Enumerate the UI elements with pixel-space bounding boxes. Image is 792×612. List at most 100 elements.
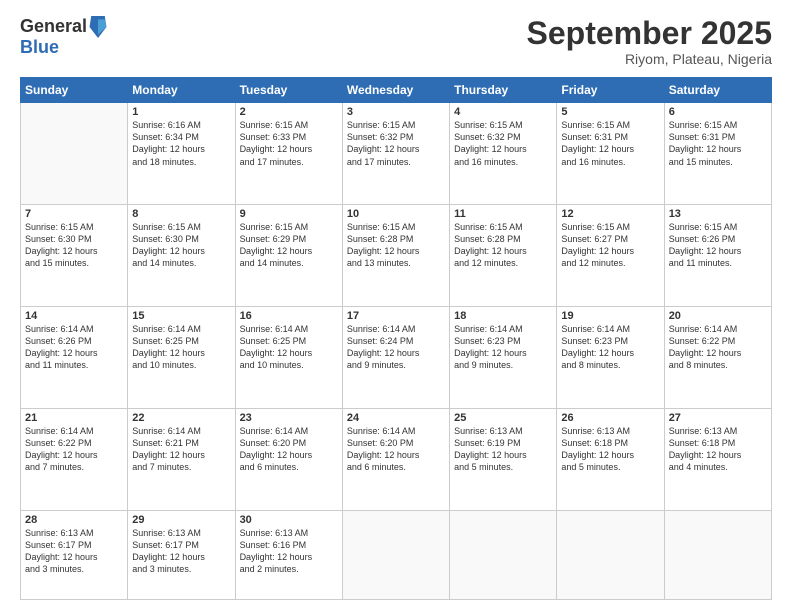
table-row: 25Sunrise: 6:13 AM Sunset: 6:19 PM Dayli… — [450, 408, 557, 510]
table-row: 30Sunrise: 6:13 AM Sunset: 6:16 PM Dayli… — [235, 510, 342, 599]
location-subtitle: Riyom, Plateau, Nigeria — [527, 51, 772, 67]
table-row: 13Sunrise: 6:15 AM Sunset: 6:26 PM Dayli… — [664, 205, 771, 307]
calendar-table: Sunday Monday Tuesday Wednesday Thursday… — [20, 77, 772, 600]
day-info: Sunrise: 6:15 AM Sunset: 6:32 PM Dayligh… — [454, 119, 552, 168]
col-saturday: Saturday — [664, 78, 771, 103]
day-info: Sunrise: 6:14 AM Sunset: 6:21 PM Dayligh… — [132, 425, 230, 474]
day-number: 14 — [25, 310, 123, 322]
day-number: 12 — [561, 208, 659, 220]
table-row: 9Sunrise: 6:15 AM Sunset: 6:29 PM Daylig… — [235, 205, 342, 307]
table-row: 22Sunrise: 6:14 AM Sunset: 6:21 PM Dayli… — [128, 408, 235, 510]
table-row — [342, 510, 449, 599]
table-row: 3Sunrise: 6:15 AM Sunset: 6:32 PM Daylig… — [342, 103, 449, 205]
table-row: 18Sunrise: 6:14 AM Sunset: 6:23 PM Dayli… — [450, 306, 557, 408]
day-info: Sunrise: 6:14 AM Sunset: 6:20 PM Dayligh… — [240, 425, 338, 474]
table-row: 24Sunrise: 6:14 AM Sunset: 6:20 PM Dayli… — [342, 408, 449, 510]
logo-icon — [89, 16, 107, 38]
table-row: 20Sunrise: 6:14 AM Sunset: 6:22 PM Dayli… — [664, 306, 771, 408]
table-row: 23Sunrise: 6:14 AM Sunset: 6:20 PM Dayli… — [235, 408, 342, 510]
day-number: 17 — [347, 310, 445, 322]
day-info: Sunrise: 6:14 AM Sunset: 6:23 PM Dayligh… — [561, 323, 659, 372]
table-row: 10Sunrise: 6:15 AM Sunset: 6:28 PM Dayli… — [342, 205, 449, 307]
day-info: Sunrise: 6:14 AM Sunset: 6:26 PM Dayligh… — [25, 323, 123, 372]
table-row — [450, 510, 557, 599]
calendar-header-row: Sunday Monday Tuesday Wednesday Thursday… — [21, 78, 772, 103]
table-row: 28Sunrise: 6:13 AM Sunset: 6:17 PM Dayli… — [21, 510, 128, 599]
day-number: 19 — [561, 310, 659, 322]
day-info: Sunrise: 6:15 AM Sunset: 6:30 PM Dayligh… — [25, 221, 123, 270]
col-wednesday: Wednesday — [342, 78, 449, 103]
table-row: 17Sunrise: 6:14 AM Sunset: 6:24 PM Dayli… — [342, 306, 449, 408]
day-number: 22 — [132, 412, 230, 424]
day-info: Sunrise: 6:16 AM Sunset: 6:34 PM Dayligh… — [132, 119, 230, 168]
day-info: Sunrise: 6:14 AM Sunset: 6:22 PM Dayligh… — [669, 323, 767, 372]
logo-general: General — [20, 17, 87, 37]
day-number: 30 — [240, 514, 338, 526]
day-number: 27 — [669, 412, 767, 424]
day-info: Sunrise: 6:14 AM Sunset: 6:20 PM Dayligh… — [347, 425, 445, 474]
table-row — [557, 510, 664, 599]
table-row — [21, 103, 128, 205]
table-row: 19Sunrise: 6:14 AM Sunset: 6:23 PM Dayli… — [557, 306, 664, 408]
col-tuesday: Tuesday — [235, 78, 342, 103]
day-number: 13 — [669, 208, 767, 220]
day-number: 6 — [669, 106, 767, 118]
table-row: 29Sunrise: 6:13 AM Sunset: 6:17 PM Dayli… — [128, 510, 235, 599]
day-info: Sunrise: 6:15 AM Sunset: 6:28 PM Dayligh… — [454, 221, 552, 270]
table-row: 1Sunrise: 6:16 AM Sunset: 6:34 PM Daylig… — [128, 103, 235, 205]
table-row: 27Sunrise: 6:13 AM Sunset: 6:18 PM Dayli… — [664, 408, 771, 510]
table-row: 14Sunrise: 6:14 AM Sunset: 6:26 PM Dayli… — [21, 306, 128, 408]
day-number: 24 — [347, 412, 445, 424]
day-info: Sunrise: 6:14 AM Sunset: 6:22 PM Dayligh… — [25, 425, 123, 474]
logo-blue: Blue — [20, 38, 107, 58]
month-title: September 2025 — [527, 16, 772, 51]
table-row: 26Sunrise: 6:13 AM Sunset: 6:18 PM Dayli… — [557, 408, 664, 510]
day-number: 10 — [347, 208, 445, 220]
header: General Blue September 2025 Riyom, Plate… — [20, 16, 772, 67]
day-info: Sunrise: 6:15 AM Sunset: 6:31 PM Dayligh… — [561, 119, 659, 168]
day-number: 26 — [561, 412, 659, 424]
day-info: Sunrise: 6:15 AM Sunset: 6:29 PM Dayligh… — [240, 221, 338, 270]
day-info: Sunrise: 6:13 AM Sunset: 6:18 PM Dayligh… — [669, 425, 767, 474]
day-info: Sunrise: 6:13 AM Sunset: 6:18 PM Dayligh… — [561, 425, 659, 474]
day-number: 18 — [454, 310, 552, 322]
day-info: Sunrise: 6:13 AM Sunset: 6:16 PM Dayligh… — [240, 527, 338, 576]
day-info: Sunrise: 6:15 AM Sunset: 6:27 PM Dayligh… — [561, 221, 659, 270]
table-row: 7Sunrise: 6:15 AM Sunset: 6:30 PM Daylig… — [21, 205, 128, 307]
table-row: 15Sunrise: 6:14 AM Sunset: 6:25 PM Dayli… — [128, 306, 235, 408]
day-info: Sunrise: 6:14 AM Sunset: 6:24 PM Dayligh… — [347, 323, 445, 372]
day-info: Sunrise: 6:15 AM Sunset: 6:33 PM Dayligh… — [240, 119, 338, 168]
logo: General Blue — [20, 16, 107, 58]
day-number: 1 — [132, 106, 230, 118]
day-number: 11 — [454, 208, 552, 220]
day-number: 3 — [347, 106, 445, 118]
day-info: Sunrise: 6:15 AM Sunset: 6:26 PM Dayligh… — [669, 221, 767, 270]
col-friday: Friday — [557, 78, 664, 103]
day-number: 5 — [561, 106, 659, 118]
col-thursday: Thursday — [450, 78, 557, 103]
day-number: 9 — [240, 208, 338, 220]
day-info: Sunrise: 6:15 AM Sunset: 6:28 PM Dayligh… — [347, 221, 445, 270]
col-monday: Monday — [128, 78, 235, 103]
day-info: Sunrise: 6:15 AM Sunset: 6:30 PM Dayligh… — [132, 221, 230, 270]
day-info: Sunrise: 6:14 AM Sunset: 6:23 PM Dayligh… — [454, 323, 552, 372]
page: General Blue September 2025 Riyom, Plate… — [0, 0, 792, 612]
day-number: 29 — [132, 514, 230, 526]
title-area: September 2025 Riyom, Plateau, Nigeria — [527, 16, 772, 67]
day-number: 16 — [240, 310, 338, 322]
day-info: Sunrise: 6:13 AM Sunset: 6:19 PM Dayligh… — [454, 425, 552, 474]
day-number: 28 — [25, 514, 123, 526]
col-sunday: Sunday — [21, 78, 128, 103]
day-number: 8 — [132, 208, 230, 220]
day-info: Sunrise: 6:13 AM Sunset: 6:17 PM Dayligh… — [132, 527, 230, 576]
table-row: 16Sunrise: 6:14 AM Sunset: 6:25 PM Dayli… — [235, 306, 342, 408]
day-info: Sunrise: 6:15 AM Sunset: 6:31 PM Dayligh… — [669, 119, 767, 168]
day-number: 23 — [240, 412, 338, 424]
day-number: 20 — [669, 310, 767, 322]
table-row: 12Sunrise: 6:15 AM Sunset: 6:27 PM Dayli… — [557, 205, 664, 307]
table-row: 2Sunrise: 6:15 AM Sunset: 6:33 PM Daylig… — [235, 103, 342, 205]
day-number: 7 — [25, 208, 123, 220]
day-number: 15 — [132, 310, 230, 322]
day-info: Sunrise: 6:13 AM Sunset: 6:17 PM Dayligh… — [25, 527, 123, 576]
table-row: 8Sunrise: 6:15 AM Sunset: 6:30 PM Daylig… — [128, 205, 235, 307]
